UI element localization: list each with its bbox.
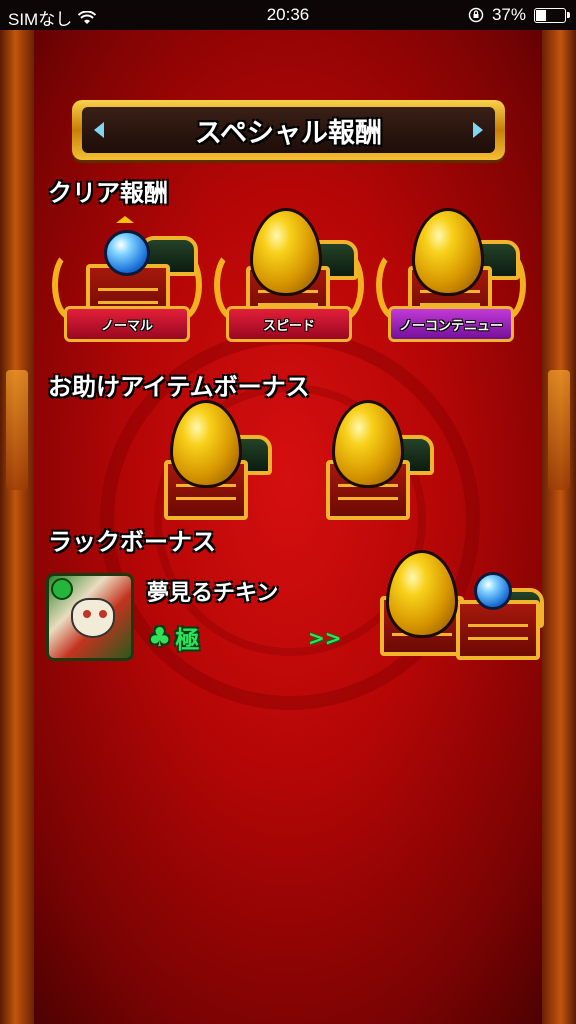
- battery-icon: [534, 7, 570, 23]
- golden-egg-icon: [250, 208, 322, 296]
- character-name: 夢見るチキン: [147, 581, 279, 606]
- reward-ribbon-no-continue: ノーコンテニュー: [379, 306, 523, 342]
- title-banner: スペシャル報酬: [72, 100, 505, 160]
- luck-rank-label: 極: [175, 626, 200, 654]
- orientation-lock-icon: [468, 7, 484, 23]
- status-right: 37%: [468, 5, 570, 25]
- status-bar: SIMなし 20:36 37%: [0, 0, 576, 30]
- right-frame-border: [542, 30, 576, 1024]
- battery-percent: 37%: [491, 5, 526, 24]
- character-eye: [99, 610, 107, 618]
- character-eye: [83, 610, 91, 618]
- star-icon: [116, 216, 134, 223]
- blue-orb-icon: [474, 572, 512, 610]
- banner-right-arrow-icon: [473, 122, 483, 138]
- reward-ribbon-speed: スピード: [217, 306, 361, 342]
- character-avatar[interactable]: [46, 573, 134, 661]
- reward-screen: スペシャル報酬 クリア報酬 ノーマル スピード ノーコンテニュー お助けアイテム…: [0, 30, 576, 1024]
- blue-orb-icon: [104, 230, 150, 276]
- section-title-helper: お助けアイテムボーナス: [48, 373, 310, 401]
- element-badge-icon: [51, 578, 73, 600]
- left-frame-notch: [6, 370, 28, 490]
- golden-egg-icon: [412, 208, 484, 296]
- banner-left-arrow-icon: [94, 122, 104, 138]
- right-frame-notch: [548, 370, 570, 490]
- clover-icon: ♣: [148, 622, 172, 653]
- chevron-right-icon: >>: [308, 626, 342, 650]
- luck-rank: ♣ 極: [148, 620, 199, 655]
- reward-ribbon-normal: ノーマル: [55, 306, 199, 342]
- battery-fill: [536, 9, 546, 21]
- character-face: [71, 598, 115, 638]
- section-title-luck: ラックボーナス: [48, 528, 216, 556]
- left-frame-border: [0, 30, 34, 1024]
- title-banner-inner: スペシャル報酬: [82, 107, 495, 153]
- page-title: スペシャル報酬: [194, 117, 383, 149]
- section-title-clear: クリア報酬: [48, 179, 168, 207]
